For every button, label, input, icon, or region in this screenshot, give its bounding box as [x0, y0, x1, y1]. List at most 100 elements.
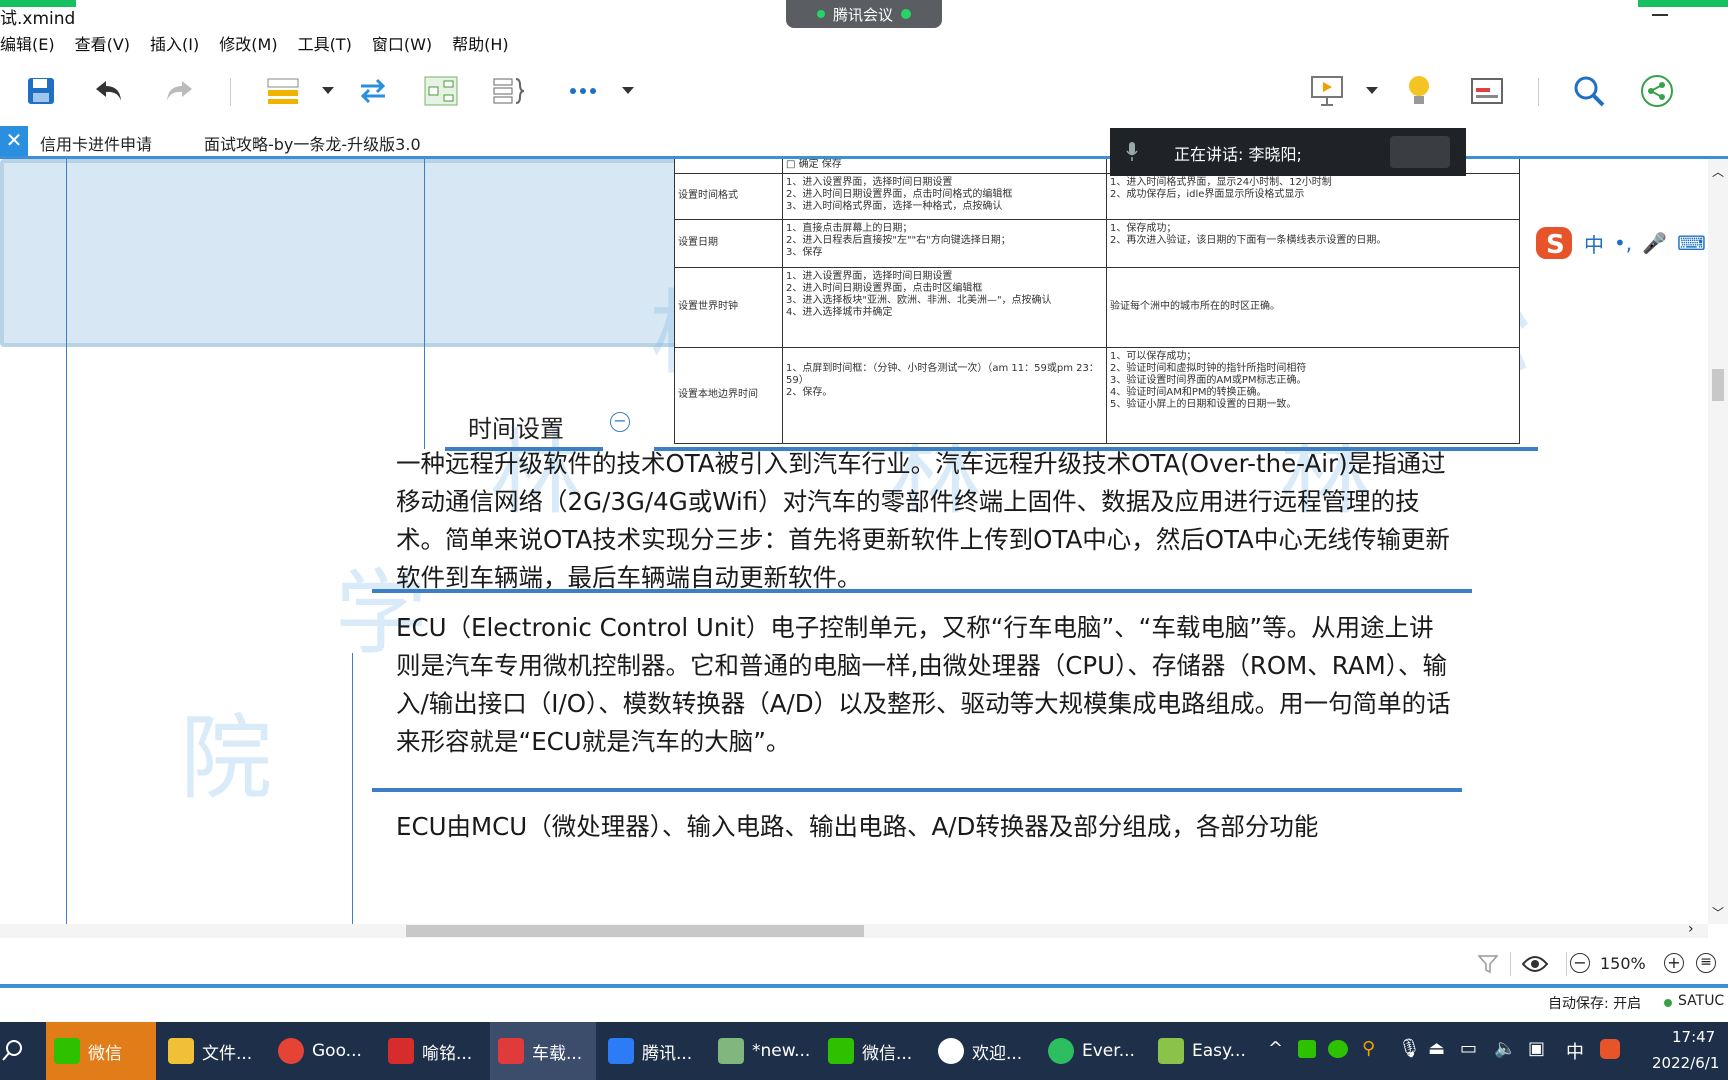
topic-time-settings[interactable]: 时间设置: [468, 409, 564, 444]
menu-modify[interactable]: 修改(M): [219, 32, 277, 58]
close-icon[interactable]: ✕: [0, 126, 28, 156]
undo-icon[interactable]: [92, 74, 126, 108]
presentation-icon[interactable]: [1310, 74, 1344, 108]
tray-search-icon[interactable]: ⚲: [1362, 1038, 1375, 1059]
online-dot-icon: [1664, 999, 1672, 1007]
taskbar-wechat-2[interactable]: 微信...: [820, 1022, 926, 1080]
meeting-signal-icon: [901, 9, 911, 19]
table-cell: 验证每个洲中的城市所在的时区正确。: [1110, 301, 1280, 312]
minimize-icon[interactable]: [1652, 14, 1668, 16]
menu-window[interactable]: 窗口(W): [372, 32, 432, 58]
share-icon[interactable]: [1640, 74, 1674, 108]
tray-expand-icon[interactable]: ^: [1268, 1038, 1283, 1059]
table-cell: 1、进入时间格式界面，显示24小时制、12小时制 2、成功保存后，idle界面显…: [1110, 177, 1332, 200]
zoom-out-icon[interactable]: −: [1570, 953, 1590, 973]
idea-bulb-icon[interactable]: [1402, 74, 1436, 108]
table-row: 设置本地边界时间 1、点屏到时间框：（分钟、小时各测试一次）（am 11：59或…: [675, 347, 1519, 443]
outline-panel-icon[interactable]: [1470, 74, 1504, 108]
network-icon[interactable]: ▣: [1528, 1038, 1545, 1059]
ime-toolbar[interactable]: S 中 •, 🎤 ⌨: [1534, 223, 1708, 263]
taskbar-wechat[interactable]: 微信: [46, 1022, 156, 1080]
speaking-label: 正在讲话: 李晓阳;: [1174, 145, 1302, 164]
volume-icon[interactable]: 🔈: [1494, 1038, 1516, 1059]
presentation-dropdown-icon[interactable]: [1362, 74, 1382, 108]
notepad-icon: [718, 1038, 744, 1064]
fit-map-icon[interactable]: ≡: [1696, 953, 1716, 973]
tab-credit-card[interactable]: 信用卡进件申请: [40, 131, 152, 155]
table-row: 设置时间格式 1、进入设置界面，选择时间日期设置 2、进入时间日期设置界面，点击…: [675, 173, 1519, 220]
tray-usb-icon[interactable]: ⏏: [1428, 1038, 1445, 1059]
redo-icon[interactable]: [162, 74, 196, 108]
taskbar-notepad[interactable]: *new...: [710, 1022, 816, 1080]
tray-microphone-icon[interactable]: 🎙: [1398, 1038, 1421, 1059]
keyboard-icon[interactable]: ⌨: [1677, 231, 1706, 255]
info-bar: 自动保存: 开启 SATUC: [0, 990, 1728, 1014]
menu-edit[interactable]: 编辑(E): [0, 32, 55, 58]
save-icon[interactable]: [24, 74, 58, 108]
ime-chinese-mode[interactable]: 中: [1584, 229, 1604, 258]
ecu-note-text[interactable]: ECU（Electronic Control Unit）电子控制单元，又称“行车…: [396, 609, 1456, 761]
tray-green-icon[interactable]: [1298, 1040, 1316, 1058]
windows-taskbar: 微信 文件... Goo... 喻铭... 车载... 腾讯... *new..…: [0, 1022, 1728, 1080]
table-cell: 设置时间格式: [675, 173, 783, 219]
horizontal-scrollbar[interactable]: ›: [0, 921, 1708, 938]
topic-style-icon[interactable]: [266, 74, 300, 108]
table-cell: 1、保存成功； 2、再次进入验证，该日期的下面有一条横线表示设置的日期。: [1110, 223, 1387, 246]
ime-punctuation[interactable]: •,: [1614, 231, 1632, 255]
taskbar-easy[interactable]: Easy...: [1150, 1022, 1256, 1080]
clock-date[interactable]: 2022/6/1: [1652, 1054, 1719, 1072]
battery-icon[interactable]: ▭: [1460, 1038, 1477, 1059]
chevron-down-icon[interactable]: [318, 74, 338, 108]
taskbar-wps[interactable]: 喻铭...: [380, 1022, 486, 1080]
zoom-level[interactable]: 150%: [1600, 954, 1646, 973]
structure-icon[interactable]: [424, 74, 458, 108]
menu-tools[interactable]: 工具(T): [298, 32, 352, 58]
tab-interview-guide[interactable]: 面试攻略-by一条龙-升级版3.0: [204, 131, 421, 155]
toolbar: [0, 60, 1728, 122]
taskbar-evernote[interactable]: Ever...: [1040, 1022, 1146, 1080]
collapse-icon[interactable]: −: [610, 412, 630, 432]
taskbar-chrome[interactable]: Goo...: [270, 1022, 376, 1080]
taskbar-welcome[interactable]: 欢迎...: [930, 1022, 1036, 1080]
search-icon[interactable]: [2, 1038, 24, 1066]
horizontal-scroll-thumb[interactable]: [406, 925, 864, 937]
table-cell: 1、直接点击屏幕上的日期； 2、进入日程表后直接按"左""右"方向键选择日期； …: [783, 219, 1107, 267]
zoom-in-icon[interactable]: +: [1664, 953, 1684, 973]
taskbar-explorer[interactable]: 文件...: [160, 1022, 266, 1080]
menu-view[interactable]: 查看(V): [75, 32, 130, 58]
wechat-icon: [828, 1038, 854, 1064]
scroll-up-icon[interactable]: ︿: [1712, 163, 1724, 180]
microphone-icon[interactable]: 🎤: [1642, 231, 1667, 255]
search-icon[interactable]: [1572, 74, 1606, 108]
tray-ime-indicator[interactable]: 中: [1566, 1038, 1584, 1064]
table-row: 设置日期 1、直接点击屏幕上的日期； 2、进入日程表后直接按"左""右"方向键选…: [675, 219, 1519, 268]
title-bar: 试.xmind 腾讯会议: [0, 0, 1728, 30]
scroll-right-icon[interactable]: ›: [1688, 921, 1694, 937]
more-dropdown-icon[interactable]: [618, 74, 638, 108]
filter-icon[interactable]: [1477, 954, 1499, 978]
menu-help[interactable]: 帮助(H): [452, 32, 509, 58]
evernote-icon: [1048, 1038, 1074, 1064]
autosave-status[interactable]: 自动保存: 开启: [1548, 993, 1641, 1013]
menu-insert[interactable]: 插入(I): [150, 32, 199, 58]
mindmap-canvas[interactable]: 松 松 松 林 林 林 学 院 □ 确定 保存 设置时间格式 1、进入设置界面，…: [0, 159, 1708, 924]
vertical-scrollbar[interactable]: ︿ ﹀: [1708, 159, 1728, 924]
ecu-mcu-note-text[interactable]: ECU由MCU（微处理器）、输入电路、输出电路、A/D转换器及部分组成，各部分功…: [396, 808, 1476, 846]
more-icon[interactable]: [566, 74, 600, 108]
taskbar-xmind[interactable]: 车载...: [490, 1022, 596, 1080]
vertical-scroll-thumb[interactable]: [1712, 369, 1724, 401]
tray-wechat-icon[interactable]: [1328, 1040, 1348, 1058]
table-cell: 设置世界时钟: [675, 267, 783, 347]
user-name[interactable]: SATUC: [1678, 993, 1724, 1009]
eye-icon[interactable]: [1521, 954, 1549, 978]
scroll-down-icon[interactable]: ﹀: [1712, 904, 1724, 921]
clock-time[interactable]: 17:47: [1672, 1028, 1715, 1046]
taskbar-tencent-meeting[interactable]: 腾讯...: [600, 1022, 706, 1080]
summary-icon[interactable]: [492, 74, 526, 108]
relationship-icon[interactable]: [356, 74, 390, 108]
document-tab-bar: ✕ 信用卡进件申请 面试攻略-by一条龙-升级版3.0: [0, 126, 1728, 159]
tray-sogou-icon[interactable]: [1600, 1039, 1620, 1059]
table-cell: 1、进入设置界面，选择时间日期设置 2、进入时间日期设置界面，点击时间格式的编辑…: [783, 173, 1107, 219]
wechat-icon: [54, 1038, 80, 1064]
meeting-status-pill[interactable]: 腾讯会议: [786, 0, 942, 28]
